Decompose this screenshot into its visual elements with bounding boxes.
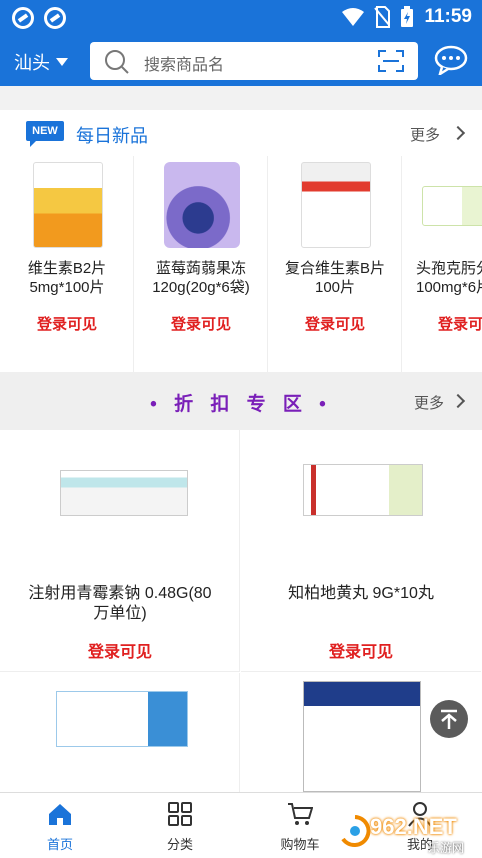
product-card[interactable]: 复合维生素B片 100片 登录可见 [268, 156, 402, 372]
new-products-list: 维生素B2片 5mg*100片 登录可见 蓝莓蒟蒻果冻 120g(20g*6袋) 登… [0, 156, 482, 372]
top-header: 汕头 搜索商品名 [0, 36, 482, 86]
search-placeholder: 搜索商品名 [144, 57, 225, 74]
city-selector[interactable]: 汕头 [14, 49, 68, 75]
product-price: 登录可见 [36, 316, 97, 333]
status-bar: 11:59 [0, 0, 482, 36]
discount-more-link[interactable]: 更多 [414, 392, 444, 413]
product-name: 复合维生素B片 100片 [284, 260, 385, 296]
chevron-right-icon [450, 125, 466, 141]
product-image [301, 162, 371, 248]
product-name: 注射用青霉素钠 0.48G(80 万单位) [28, 585, 212, 622]
discount-product-grid: 注射用青霉素钠 0.48G(80 万单位) 登录可见 知柏地黄丸 9G*10丸 登… [0, 430, 482, 792]
product-image [303, 681, 421, 792]
product-price: 登录可见 [304, 316, 365, 333]
product-name: 头孢克肟分100mg*6片 [416, 260, 482, 296]
home-icon [49, 804, 71, 825]
back-to-top-button[interactable] [430, 700, 468, 738]
arrow-up-icon [441, 709, 457, 729]
search-bar[interactable]: 搜索商品名 [90, 42, 418, 80]
product-card[interactable]: 头孢克肟分100mg*6片 登录可见 [402, 156, 482, 372]
product-price: 登录可见 [87, 644, 152, 661]
product-card[interactable]: 蓝莓蒟蒻果冻 120g(20g*6袋) 登录可见 [134, 156, 268, 372]
product-card[interactable]: 维生素B2片 5mg*100片 登录可见 [0, 156, 134, 372]
no-sim-icon [374, 6, 391, 28]
discount-title: • 折 扣 专 区 • [150, 394, 332, 415]
caret-down-icon [56, 58, 68, 66]
new-more-link[interactable]: 更多 [410, 124, 440, 145]
product-card[interactable]: 知柏地黄丸 9G*10丸 登录可见 [241, 430, 481, 672]
watermark-text: 962.NET [370, 814, 457, 839]
search-icon [105, 50, 129, 74]
grid-icon [168, 802, 192, 826]
new-products-title: 每日新品 [76, 126, 148, 146]
watermark-swirl-icon [341, 815, 371, 847]
battery-icon [401, 6, 414, 27]
tab-label: 首页 [46, 837, 73, 852]
app-notification-icon [12, 7, 34, 29]
product-image [33, 162, 103, 248]
message-icon[interactable] [434, 45, 468, 75]
product-price: 登录可见 [328, 644, 393, 661]
product-card[interactable]: 注射用青霉素钠 0.48G(80 万单位) 登录可见 [0, 430, 240, 672]
cart-icon [288, 803, 313, 825]
product-image [422, 186, 482, 226]
watermark-subtext: 乐游网 [428, 841, 465, 855]
product-image [56, 691, 188, 747]
wifi-icon [342, 8, 365, 26]
discount-section-header: • 折 扣 专 区 • 更多 [0, 372, 482, 430]
tab-home[interactable]: 首页 [0, 793, 120, 858]
watermark-logo: 962.NET 乐游网 [336, 806, 482, 858]
new-badge: NEW [26, 121, 64, 147]
product-name: 知柏地黄丸 9G*10丸 [288, 585, 434, 602]
new-products-section: NEW 每日新品 更多 维生素B2片 5mg*100片 登录可见 蓝莓蒟蒻果冻 12… [0, 110, 482, 372]
product-price: 登录可见 [438, 316, 482, 333]
new-products-header: NEW 每日新品 更多 [0, 110, 482, 156]
product-image [60, 470, 188, 516]
divider [0, 86, 482, 110]
product-name: 蓝莓蒟蒻果冻 120g(20g*6袋) [152, 260, 250, 296]
tab-category[interactable]: 分类 [120, 793, 240, 858]
product-image [164, 162, 240, 248]
city-label: 汕头 [14, 53, 50, 73]
tab-label: 分类 [166, 837, 193, 852]
product-price: 登录可见 [170, 316, 231, 333]
product-name: 维生素B2片 5mg*100片 [27, 260, 107, 296]
product-card[interactable] [0, 673, 240, 792]
scan-icon[interactable] [378, 50, 404, 72]
clock: 11:59 [424, 6, 472, 27]
product-image [303, 464, 423, 516]
app-notification-icon-2 [44, 7, 66, 29]
